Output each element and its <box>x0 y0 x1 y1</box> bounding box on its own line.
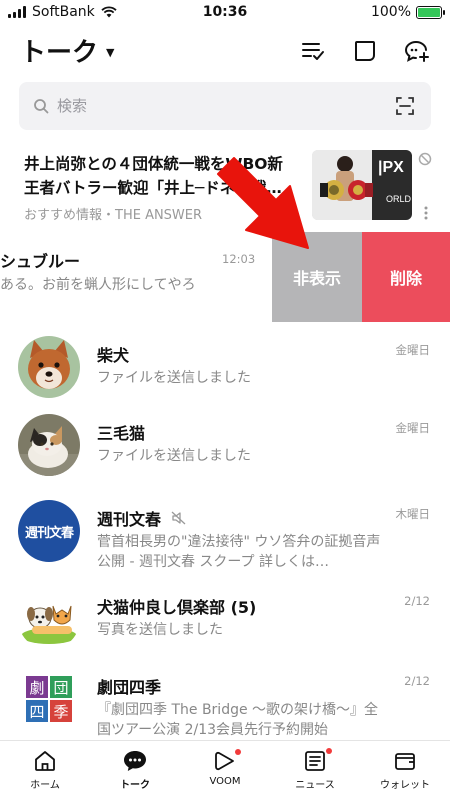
chat-last-message: ファイルを送信しました <box>97 448 251 464</box>
tab-wallet[interactable]: ウォレット <box>360 741 450 800</box>
qr-scan-icon[interactable] <box>395 96 415 116</box>
talk-title-dropdown[interactable]: トーク ▼ <box>20 32 114 69</box>
chat-time: 2/12 <box>404 594 430 608</box>
tab-label: ウォレット <box>380 780 430 791</box>
chat-last-message: ファイルを送信しました <box>97 370 251 386</box>
chat-last-message: 写真を送信しました <box>97 622 223 638</box>
svg-text:ORLD: ORLD <box>386 194 412 204</box>
avatar-calico-cat <box>18 414 80 476</box>
voom-icon <box>215 751 234 771</box>
chat-last-message: 『劇団四季 The Bridge ～歌の架け橋～』全国ツアー公演 2/13会員先… <box>97 702 379 738</box>
chat-time: 金曜日 <box>395 421 431 435</box>
logo-char: 四 <box>26 700 48 722</box>
search-bar <box>19 82 431 130</box>
chat-row[interactable]: 柴犬 ファイルを送信しました 金曜日 <box>0 324 450 404</box>
edit-list-icon[interactable] <box>298 36 328 66</box>
header: トーク ▼ <box>0 28 450 76</box>
red-arrow-annotation <box>217 157 309 249</box>
chat-row[interactable]: 劇 団 四 季 劇団四季 『劇団四季 The Bridge ～歌の架け橋～』全国… <box>0 656 450 738</box>
new-chat-icon[interactable] <box>402 36 432 66</box>
muted-icon <box>171 511 186 525</box>
avatar-shiba <box>18 336 80 398</box>
notification-dot <box>235 749 241 755</box>
status-right: 100% <box>370 4 445 20</box>
tab-label: ニュース <box>295 780 335 791</box>
news-icon <box>305 751 325 771</box>
hide-news-icon[interactable] <box>418 152 432 166</box>
avatar-logo-text: 週刊文春 <box>24 525 74 541</box>
search-icon <box>34 99 49 114</box>
caret-down-icon: ▼ <box>106 46 115 59</box>
chat-row[interactable]: 犬猫仲良し倶楽部 (5) 写真を送信しました 2/12 <box>0 576 450 656</box>
bottom-tab-bar: ホーム トーク VOOM ニュース ウォレット <box>0 740 450 800</box>
chat-row[interactable]: 三毛猫 ファイルを送信しました 金曜日 <box>0 402 450 482</box>
news-thumbnail: |PX ORLD <box>312 150 412 220</box>
logo-char: 団 <box>50 676 72 698</box>
svg-text:|PX: |PX <box>378 159 404 176</box>
wallet-icon <box>395 753 415 770</box>
home-icon <box>35 751 55 771</box>
tab-news[interactable]: ニュース <box>270 741 360 800</box>
logo-char: 季 <box>50 700 72 722</box>
tab-label: VOOM <box>209 776 241 787</box>
chat-row[interactable]: 週刊文春 週刊文春 菅首相長男の"違法接待" ウソ答弁の証拠音声公開 - 週刊文… <box>0 488 450 570</box>
chat-last-message: 菅首相長男の"違法接待" ウソ答弁の証拠音声公開 - 週刊文春 スクープ 詳しく… <box>97 534 381 570</box>
search-input[interactable] <box>57 97 357 115</box>
chat-name: 劇団四季 <box>97 678 162 697</box>
openchat-icon[interactable] <box>350 36 380 66</box>
chat-name: シュブルー <box>0 252 81 271</box>
tab-home[interactable]: ホーム <box>0 741 90 800</box>
logo-char: 劇 <box>26 676 48 698</box>
more-options-icon[interactable] <box>424 206 428 220</box>
chat-name: 週刊文春 <box>97 506 187 530</box>
tab-talk[interactable]: トーク <box>90 741 180 800</box>
chat-name: 犬猫仲良し倶楽部 (5) <box>97 598 257 617</box>
avatar-dog-cat-illustration <box>18 588 80 650</box>
chat-last-message: ある。お前を蝋人形にしてやろ <box>0 277 196 293</box>
chat-time: 2/12 <box>404 674 430 688</box>
avatar-bunshun-logo: 週刊文春 <box>18 500 80 562</box>
talk-icon <box>124 751 146 771</box>
battery-percent: 100% <box>370 4 411 20</box>
chat-name: 三毛猫 <box>97 424 146 443</box>
battery-icon <box>416 5 445 19</box>
chat-time: 金曜日 <box>395 343 431 357</box>
tab-label: ホーム <box>30 780 60 791</box>
notification-dot <box>326 748 332 754</box>
chat-time: 木曜日 <box>395 507 431 521</box>
tab-label: トーク <box>120 780 150 791</box>
delete-button[interactable]: 削除 <box>362 232 450 322</box>
avatar-shiki-logo: 劇 団 四 季 <box>18 668 80 730</box>
news-source: おすすめ情報・THE ANSWER <box>24 208 203 223</box>
page-title: トーク <box>20 38 99 68</box>
tab-voom[interactable]: VOOM <box>180 741 270 800</box>
status-bar: SoftBank 10:36 100% <box>0 0 450 28</box>
chat-name: 柴犬 <box>97 346 130 365</box>
